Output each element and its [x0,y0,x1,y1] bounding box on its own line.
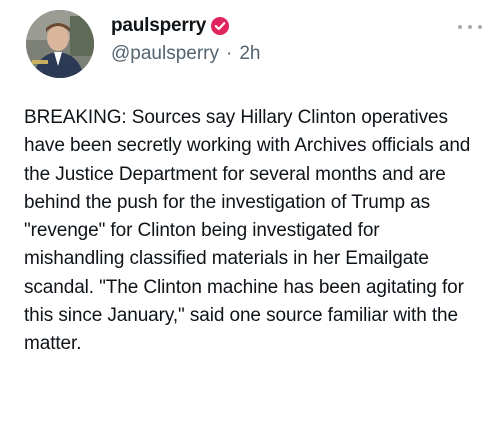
author-display-name[interactable]: paulsperry [111,15,206,37]
more-dot [468,25,472,29]
tweet-timestamp[interactable]: 2h [239,43,260,65]
author-handle-row: @paulsperry · 2h [111,43,260,65]
more-options-icon[interactable] [458,20,482,34]
tweet-text: BREAKING: Sources say Hillary Clinton op… [24,107,471,355]
avatar[interactable] [26,10,94,78]
verified-badge-icon [211,17,230,35]
more-dot [458,25,462,29]
tweet-card: paulsperry @paulsperry · 2h BREAKING: So… [0,0,500,424]
author-name-row: paulsperry [111,14,230,38]
more-dot [478,25,482,29]
author-handle[interactable]: @paulsperry [111,43,219,65]
separator-dot: · [226,43,233,64]
avatar-photo-icon [26,10,94,78]
